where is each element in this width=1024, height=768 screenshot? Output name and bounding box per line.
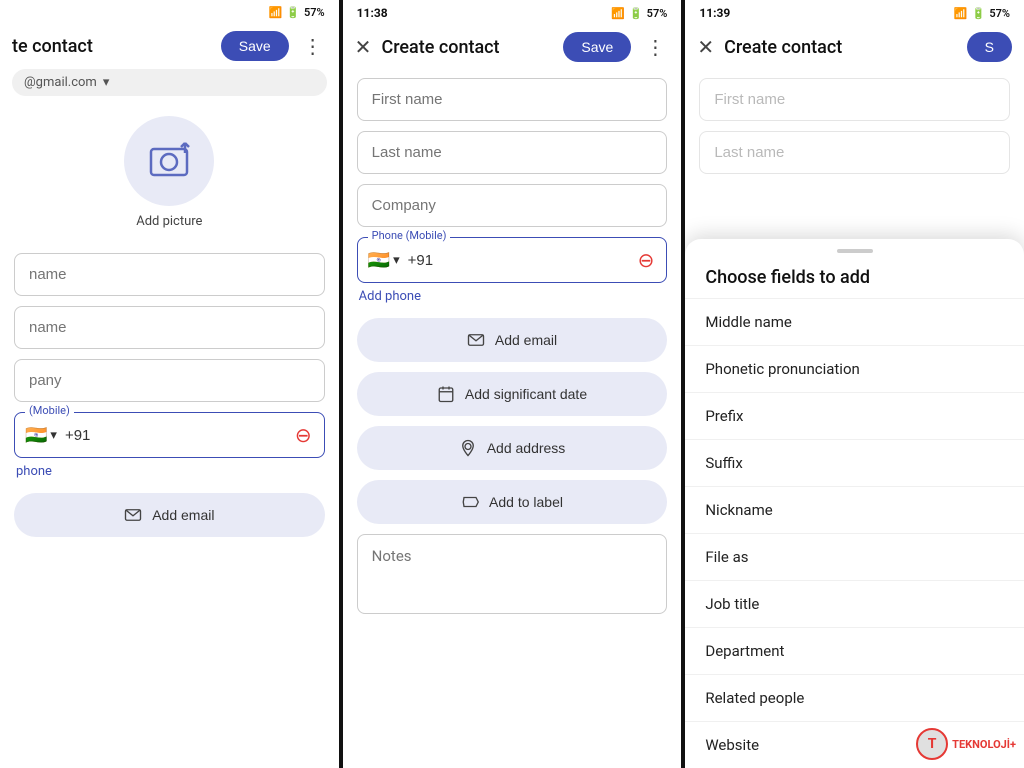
add-date-label: Add significant date: [465, 386, 587, 402]
avatar-area[interactable]: Add picture: [0, 104, 339, 245]
sheet-handle[interactable]: [837, 249, 873, 253]
flag-chevron-icon-2: ▾: [393, 253, 400, 268]
signal-icon-2: 📶: [611, 7, 625, 20]
battery-icon-3: 🔋: [972, 7, 986, 20]
battery-icon-2: 🔋: [629, 7, 643, 20]
calendar-icon: [437, 385, 455, 403]
company-input-1[interactable]: [14, 359, 325, 402]
label-icon: [461, 493, 479, 511]
status-bar-3: 11:39 📶 🔋 57%: [685, 0, 1024, 24]
signal-icon: 📶: [269, 6, 283, 19]
phone-input-2[interactable]: [408, 252, 628, 269]
add-label-label: Add to label: [489, 494, 563, 510]
page-title-3: Create contact: [724, 37, 957, 58]
more-icon-1[interactable]: ⋮: [299, 34, 327, 58]
watermark-text: TEKNOLOJİ+: [952, 738, 1016, 751]
status-icons-1: 📶 🔋 57%: [269, 6, 325, 19]
phone-field-wrap-1: (Mobile) 🇮🇳 ▾ ⊖: [14, 412, 325, 458]
add-email-label-2: Add email: [495, 332, 557, 348]
notes-input[interactable]: [357, 534, 668, 614]
status-icons-2: 📶 🔋 57%: [611, 7, 667, 20]
remove-phone-icon-1[interactable]: ⊖: [293, 423, 314, 447]
phone-label-1: (Mobile): [25, 404, 74, 417]
save-button-2[interactable]: Save: [563, 32, 631, 62]
panel-3: 11:39 📶 🔋 57% ✕ Create contact S Choose …: [685, 0, 1024, 768]
india-flag-icon-2: 🇮🇳: [368, 250, 390, 271]
account-email: @gmail.com: [24, 75, 97, 90]
more-icon-2[interactable]: ⋮: [641, 35, 669, 59]
add-label-button[interactable]: Add to label: [357, 480, 668, 524]
last-name-input-2[interactable]: [357, 131, 668, 174]
location-icon: [459, 439, 477, 457]
add-email-button-2[interactable]: Add email: [357, 318, 668, 362]
first-name-input-2[interactable]: [357, 78, 668, 121]
field-item-department[interactable]: Department: [685, 627, 1024, 674]
field-item-jobtitle[interactable]: Job title: [685, 580, 1024, 627]
watermark-logo: T: [916, 728, 948, 760]
save-button-3[interactable]: S: [967, 32, 1012, 62]
add-email-button-1[interactable]: Add email: [14, 493, 325, 537]
battery-percent: 57%: [304, 6, 325, 19]
panel-1: 📶 🔋 57% te contact Save ⋮ @gmail.com ▾ A…: [0, 0, 339, 768]
email-icon: [124, 506, 142, 524]
status-icons-3: 📶 🔋 57%: [954, 7, 1010, 20]
flag-chevron-icon: ▾: [50, 428, 57, 443]
page-title-1: te contact: [12, 36, 211, 57]
battery-percent-3: 57%: [989, 7, 1010, 20]
sheet-title: Choose fields to add: [685, 267, 1024, 298]
chevron-down-icon: ▾: [103, 75, 110, 90]
add-phone-link-2[interactable]: Add phone: [357, 289, 668, 304]
add-email-label-1: Add email: [152, 507, 214, 523]
email-icon-2: [467, 331, 485, 349]
country-flag-btn-2[interactable]: 🇮🇳 ▾: [368, 250, 400, 271]
status-bar-1: 📶 🔋 57%: [0, 0, 339, 23]
close-icon-2[interactable]: ✕: [355, 37, 372, 57]
time-3: 11:39: [699, 6, 730, 20]
add-address-label: Add address: [487, 440, 566, 456]
field-item-middle-name[interactable]: Middle name: [685, 298, 1024, 345]
battery-icon: 🔋: [286, 6, 300, 19]
company-input-2[interactable]: [357, 184, 668, 227]
field-item-prefix[interactable]: Prefix: [685, 392, 1024, 439]
add-picture-label: Add picture: [136, 214, 202, 229]
save-button-1[interactable]: Save: [221, 31, 289, 61]
field-item-nickname[interactable]: Nickname: [685, 486, 1024, 533]
field-item-related[interactable]: Related people: [685, 674, 1024, 721]
remove-phone-icon-2[interactable]: ⊖: [636, 248, 657, 272]
add-photo-icon: [147, 139, 191, 183]
time-2: 11:38: [357, 6, 388, 20]
last-name-input-3: [699, 131, 1010, 174]
avatar-circle[interactable]: [124, 116, 214, 206]
battery-percent-2: 57%: [647, 7, 668, 20]
phone-input-1[interactable]: [65, 427, 285, 444]
status-bar-2: 11:38 📶 🔋 57%: [343, 0, 682, 24]
form-area-1: (Mobile) 🇮🇳 ▾ ⊖ phone Add email: [0, 245, 339, 768]
field-item-fileas[interactable]: File as: [685, 533, 1024, 580]
form-area-2: Phone (Mobile) 🇮🇳 ▾ ⊖ Add phone Add emai…: [343, 70, 682, 768]
close-icon-3[interactable]: ✕: [697, 37, 714, 57]
add-address-button[interactable]: Add address: [357, 426, 668, 470]
first-name-input-3: [699, 78, 1010, 121]
add-phone-link-1[interactable]: phone: [14, 464, 325, 479]
choose-fields-sheet: Choose fields to add Middle name Phoneti…: [685, 239, 1024, 768]
country-flag-btn-1[interactable]: 🇮🇳 ▾: [25, 425, 57, 446]
watermark: T TEKNOLOJİ+: [916, 728, 1016, 760]
page-title-2: Create contact: [381, 37, 553, 58]
top-bar-3: ✕ Create contact S: [685, 24, 1024, 70]
field-item-phonetic[interactable]: Phonetic pronunciation: [685, 345, 1024, 392]
panel-2: 11:38 📶 🔋 57% ✕ Create contact Save ⋮ Ph…: [343, 0, 682, 768]
first-name-input-1[interactable]: [14, 253, 325, 296]
top-bar-2: ✕ Create contact Save ⋮: [343, 24, 682, 70]
india-flag-icon: 🇮🇳: [25, 425, 47, 446]
field-item-suffix[interactable]: Suffix: [685, 439, 1024, 486]
account-bar[interactable]: @gmail.com ▾: [12, 69, 327, 96]
phone-label-2: Phone (Mobile): [368, 229, 451, 242]
phone-field-wrap-2: Phone (Mobile) 🇮🇳 ▾ ⊖: [357, 237, 668, 283]
signal-icon-3: 📶: [954, 7, 968, 20]
top-bar-1: te contact Save ⋮: [0, 23, 339, 69]
add-date-button[interactable]: Add significant date: [357, 372, 668, 416]
last-name-input-1[interactable]: [14, 306, 325, 349]
